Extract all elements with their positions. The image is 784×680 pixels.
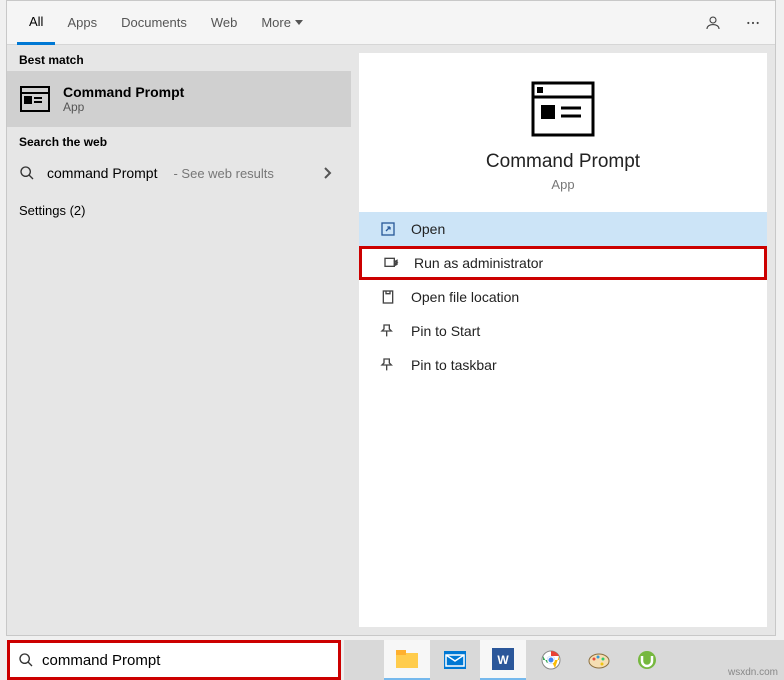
best-match-header: Best match bbox=[7, 45, 351, 71]
action-open-label: Open bbox=[411, 221, 445, 237]
action-open-file-location[interactable]: Open file location bbox=[359, 280, 767, 314]
tab-web[interactable]: Web bbox=[199, 1, 250, 45]
tab-more-label: More bbox=[261, 15, 291, 30]
preview-title: Command Prompt bbox=[486, 151, 640, 173]
taskbar-word-icon[interactable]: W bbox=[480, 640, 526, 680]
folder-icon bbox=[379, 288, 397, 306]
tabs-right-controls bbox=[701, 11, 765, 35]
watermark: wsxdn.com bbox=[728, 667, 778, 678]
taskbar-chrome-icon[interactable] bbox=[528, 640, 574, 680]
chevron-right-icon bbox=[323, 166, 339, 180]
taskbar-utorrent-icon[interactable] bbox=[624, 640, 670, 680]
pin-taskbar-icon bbox=[379, 356, 397, 374]
taskbar-mail-icon[interactable] bbox=[432, 640, 478, 680]
shield-icon bbox=[382, 254, 400, 272]
preview-header: Command Prompt App bbox=[359, 53, 767, 212]
search-content: Best match Command Prompt App Search the… bbox=[7, 45, 775, 635]
tab-all[interactable]: All bbox=[17, 1, 55, 45]
preview-subtitle: App bbox=[551, 177, 574, 192]
tab-more[interactable]: More bbox=[249, 1, 315, 45]
best-match-title: Command Prompt bbox=[63, 84, 184, 100]
settings-header[interactable]: Settings (2) bbox=[7, 193, 351, 228]
preview-column: Command Prompt App Open Run as administr… bbox=[359, 53, 767, 627]
best-match-subtitle: App bbox=[63, 100, 184, 114]
action-pin-to-taskbar[interactable]: Pin to taskbar bbox=[359, 348, 767, 382]
search-icon bbox=[18, 652, 34, 668]
tab-apps[interactable]: Apps bbox=[55, 1, 109, 45]
web-result-suffix: - See web results bbox=[173, 166, 273, 181]
windows-search-panel: All Apps Documents Web More Best match bbox=[6, 0, 776, 636]
more-options-icon[interactable] bbox=[741, 11, 765, 35]
svg-text:W: W bbox=[497, 653, 509, 667]
action-run-admin-label: Run as administrator bbox=[414, 255, 543, 271]
search-icon bbox=[19, 165, 35, 181]
taskbar-paint-icon[interactable] bbox=[576, 640, 622, 680]
web-result-query: command Prompt bbox=[47, 165, 157, 181]
action-open[interactable]: Open bbox=[359, 212, 767, 246]
action-pin-taskbar-label: Pin to taskbar bbox=[411, 357, 497, 373]
search-input[interactable] bbox=[42, 652, 330, 669]
open-icon bbox=[379, 220, 397, 238]
action-run-as-administrator[interactable]: Run as administrator bbox=[359, 246, 767, 280]
command-prompt-icon bbox=[19, 83, 51, 115]
taskbar-file-explorer-icon[interactable] bbox=[384, 640, 430, 680]
chevron-down-icon bbox=[295, 20, 303, 25]
search-box[interactable] bbox=[7, 640, 341, 680]
tab-documents[interactable]: Documents bbox=[109, 1, 199, 45]
command-prompt-large-icon bbox=[531, 81, 595, 137]
search-tabs: All Apps Documents Web More bbox=[7, 1, 775, 45]
best-match-result[interactable]: Command Prompt App bbox=[7, 71, 351, 127]
web-result[interactable]: command Prompt - See web results bbox=[7, 153, 351, 193]
action-open-loc-label: Open file location bbox=[411, 289, 519, 305]
feedback-icon[interactable] bbox=[701, 11, 725, 35]
pin-icon bbox=[379, 322, 397, 340]
taskbar: W bbox=[344, 640, 784, 680]
action-pin-to-start[interactable]: Pin to Start bbox=[359, 314, 767, 348]
results-column: Best match Command Prompt App Search the… bbox=[7, 45, 351, 635]
action-pin-start-label: Pin to Start bbox=[411, 323, 480, 339]
search-web-header: Search the web bbox=[7, 127, 351, 153]
best-match-text: Command Prompt App bbox=[63, 84, 184, 114]
action-list: Open Run as administrator Open file loca… bbox=[359, 212, 767, 382]
